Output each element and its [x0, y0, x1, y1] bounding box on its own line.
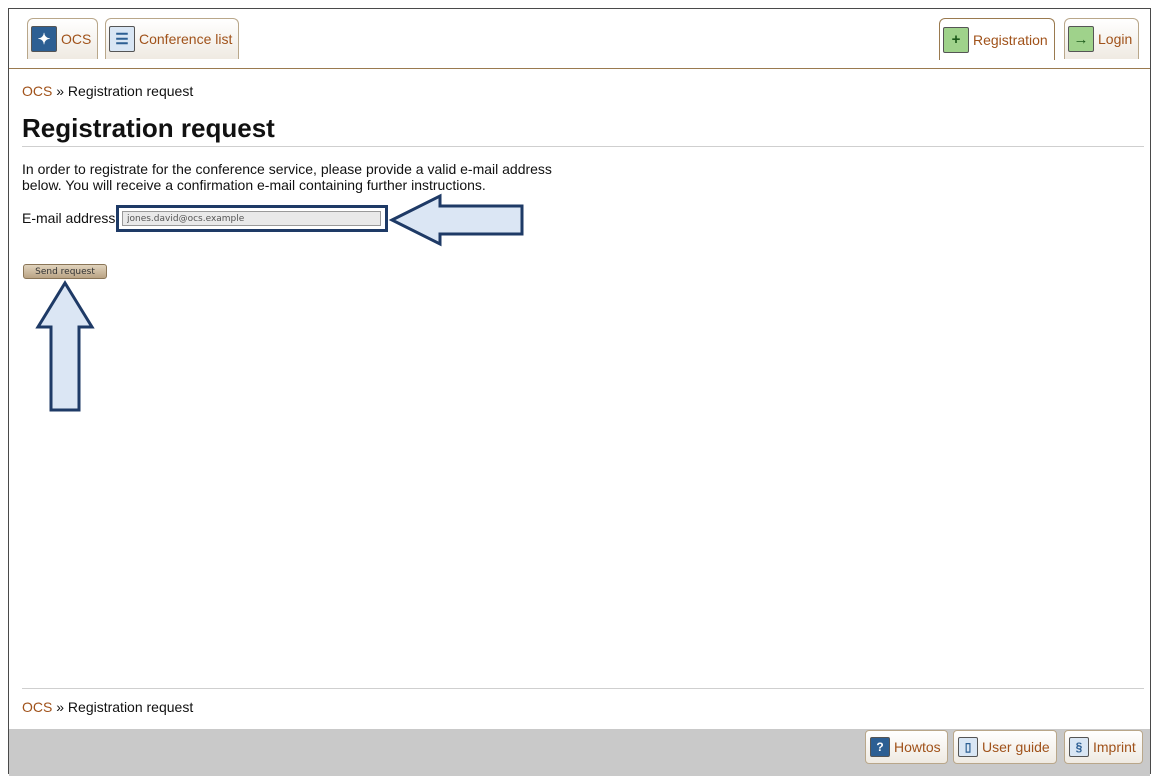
footer-link-imprint-label: Imprint: [1093, 739, 1136, 755]
book-icon: ▯: [958, 737, 978, 757]
footer-link-imprint[interactable]: § Imprint: [1064, 730, 1143, 764]
footer-breadcrumb-current: Registration request: [67, 699, 194, 715]
help-icon: ?: [870, 737, 890, 757]
annotation-arrows: [35, 193, 524, 412]
footer-breadcrumb: OCS » Registration request: [22, 699, 193, 715]
up-pointing-arrow: [35, 280, 95, 412]
footer-link-howtos-label: Howtos: [894, 739, 941, 755]
footer-link-user-guide[interactable]: ▯ User guide: [953, 730, 1057, 764]
footer-divider: [22, 688, 1144, 689]
footer-breadcrumb-root-link[interactable]: OCS: [22, 699, 52, 715]
footer-breadcrumb-separator: »: [56, 699, 65, 715]
paragraph-icon: §: [1069, 737, 1089, 757]
footer-link-user-guide-label: User guide: [982, 739, 1050, 755]
left-pointing-arrow: [388, 193, 524, 247]
footer-link-howtos[interactable]: ? Howtos: [865, 730, 948, 764]
